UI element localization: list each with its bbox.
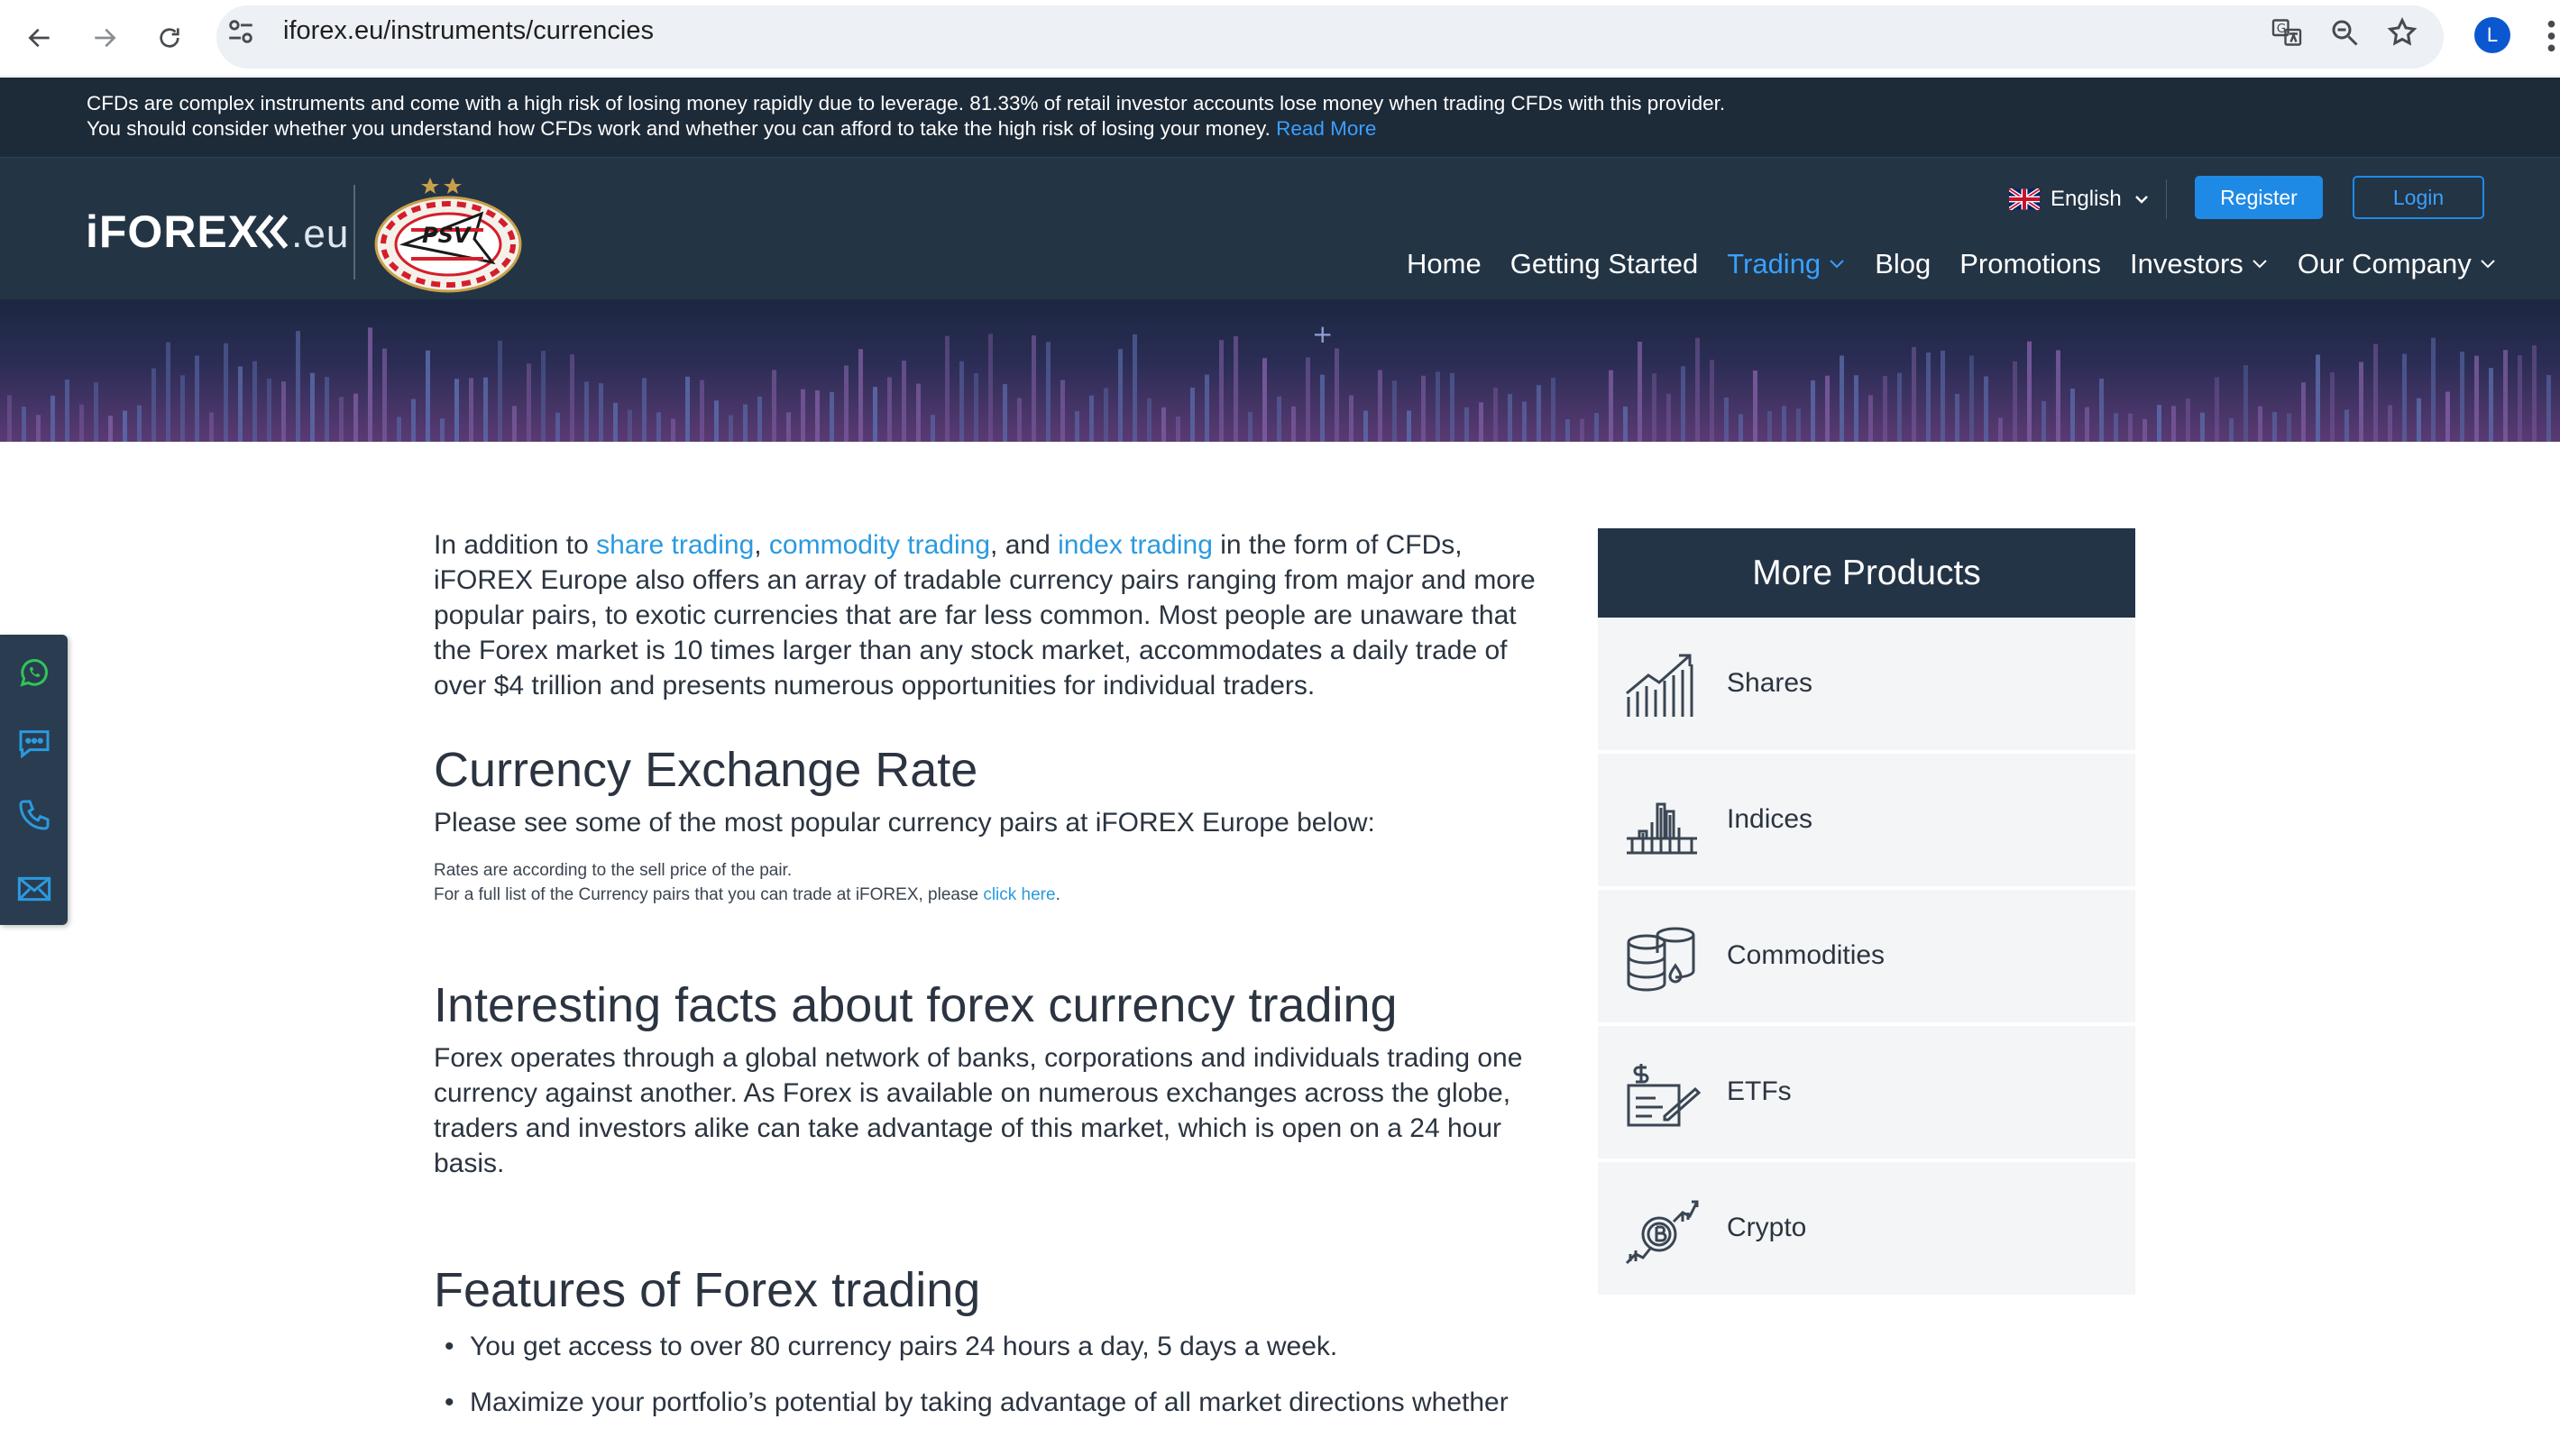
site-settings-icon[interactable] [225,16,256,47]
nav-trading-label: Trading [1727,248,1821,279]
browser-menu-icon[interactable] [2543,18,2560,54]
chevron-down-icon [2481,260,2495,269]
nav-our-company-label: Our Company [2297,248,2472,279]
site-header: iFOREX .eu PSV English Register Login Hom… [0,157,2560,299]
avatar-letter: L [2486,23,2499,46]
iforex-logo[interactable]: iFOREX .eu [86,206,349,258]
index-trading-link[interactable]: index trading [1058,530,1213,560]
nav-our-company[interactable]: Our Company [2298,248,2497,280]
rates-note: Rates are according to the sell price of… [434,861,793,880]
nav-trading[interactable]: Trading [1727,248,1846,280]
more-products-title: More Products [1598,528,2135,618]
indices-building-icon [1627,802,1697,855]
back-button[interactable] [14,13,65,63]
nav-promotions[interactable]: Promotions [1959,248,2101,280]
psv-logo-caption: PSV [422,223,471,248]
chat-icon[interactable] [16,726,52,762]
phone-icon[interactable] [16,797,52,833]
risk-warning-line2-text: You should consider whether you understa… [87,117,1271,140]
chevron-down-icon [2253,260,2267,269]
header-divider [2166,179,2167,219]
currency-exchange-rate-heading: Currency Exchange Rate [434,743,978,797]
logo-divider [353,185,355,279]
profile-avatar[interactable]: L [2474,17,2510,53]
uk-flag-icon [2009,188,2040,210]
reload-button[interactable] [144,13,195,63]
forward-button[interactable] [79,13,130,63]
register-button[interactable]: Register [2195,176,2323,219]
back-arrow-icon [28,28,50,48]
share-trading-link[interactable]: share trading [596,530,754,560]
intro-paragraph: In addition to share trading, commodity … [434,527,1552,703]
product-shares-label: Shares [1727,668,1813,698]
intro-text-3: , and [990,530,1059,560]
forward-arrow-icon [95,28,116,48]
contact-sidebar [0,635,68,925]
commodities-barrels-icon [1627,927,1695,992]
login-button[interactable]: Login [2353,176,2484,219]
product-indices[interactable]: Indices [1598,754,2135,890]
intro-text-2: , [754,530,769,560]
product-indices-label: Indices [1727,804,1813,834]
feature-item: Maximize your portfolio’s potential by t… [434,1385,1552,1420]
product-crypto[interactable]: Crypto [1598,1162,2135,1298]
risk-warning-line2: You should consider whether you understa… [87,116,2560,142]
risk-warning-line1: CFDs are complex instruments and come wi… [87,92,1726,114]
product-crypto-label: Crypto [1727,1213,1807,1242]
product-etfs[interactable]: ETFs [1598,1026,2135,1162]
nav-blog[interactable]: Blog [1875,248,1931,280]
product-commodities[interactable]: Commodities [1598,890,2135,1026]
feature-item: You get access to over 80 currency pairs… [434,1329,1552,1364]
url-text[interactable]: iforex.eu/instruments/currencies [283,16,654,46]
translate-icon[interactable]: G [2271,16,2303,49]
nav-home[interactable]: Home [1407,248,1482,280]
language-selector[interactable]: English [2009,183,2151,215]
nav-investors-label: Investors [2130,248,2243,279]
interesting-facts-text: Forex operates through a global network … [434,1043,1523,1178]
email-icon[interactable] [16,871,52,907]
click-here-link[interactable]: click here [983,885,1055,904]
logo-suffix-text: .eu [291,212,350,256]
hero-banner: + [0,299,2560,442]
risk-warning-bar: CFDs are complex instruments and come wi… [0,78,2560,157]
whatsapp-icon[interactable] [16,655,52,691]
bookmark-star-icon[interactable] [2386,16,2418,49]
nav-promotions-label: Promotions [1959,248,2102,279]
browser-toolbar: iforex.eu/instruments/currencies G L [0,0,2560,77]
logo-main-text: iFOREX [86,206,260,257]
product-commodities-label: Commodities [1727,940,1886,970]
banner-bars-decoration: + [7,319,2551,442]
zoom-icon[interactable] [2328,16,2361,49]
chevron-down-icon [2134,196,2148,204]
main-navigation: Home Getting Started Trading Blog Promot… [1407,248,2497,280]
full-list-note-end: . [1055,885,1060,904]
chevron-down-icon [1830,260,1844,269]
language-label: English [2051,187,2122,211]
more-products-panel: More Products Shares Indices Commodities… [1598,528,2135,1298]
intro-text-1: In addition to [434,530,597,560]
svg-text:+: + [1312,319,1333,349]
full-list-note: For a full list of the Currency pairs th… [434,883,1552,907]
nav-blog-label: Blog [1875,248,1931,279]
logo-chevrons-icon [255,215,289,249]
features-list: You get access to over 80 currency pairs… [434,1329,1552,1420]
full-list-note-text: For a full list of the Currency pairs th… [434,885,984,904]
features-heading: Features of Forex trading [434,1263,981,1317]
nav-getting-started[interactable]: Getting Started [1510,248,1699,280]
nav-investors[interactable]: Investors [2130,248,2269,280]
shares-chart-icon [1626,654,1693,717]
product-etfs-label: ETFs [1727,1076,1792,1106]
read-more-link[interactable]: Read More [1276,117,1376,140]
interesting-facts-heading: Interesting facts about forex currency t… [434,978,1398,1032]
nav-getting-started-label: Getting Started [1509,248,1699,279]
commodity-trading-link[interactable]: commodity trading [769,530,990,560]
nav-home-label: Home [1407,248,1482,279]
currency-exchange-rate-text: Please see some of the most popular curr… [434,808,1375,838]
reload-icon [160,28,179,48]
product-shares[interactable]: Shares [1598,618,2135,754]
etfs-document-icon [1627,1064,1701,1127]
crypto-coin-icon [1625,1200,1699,1265]
main-content: In addition to share trading, commodity … [434,527,1552,1420]
